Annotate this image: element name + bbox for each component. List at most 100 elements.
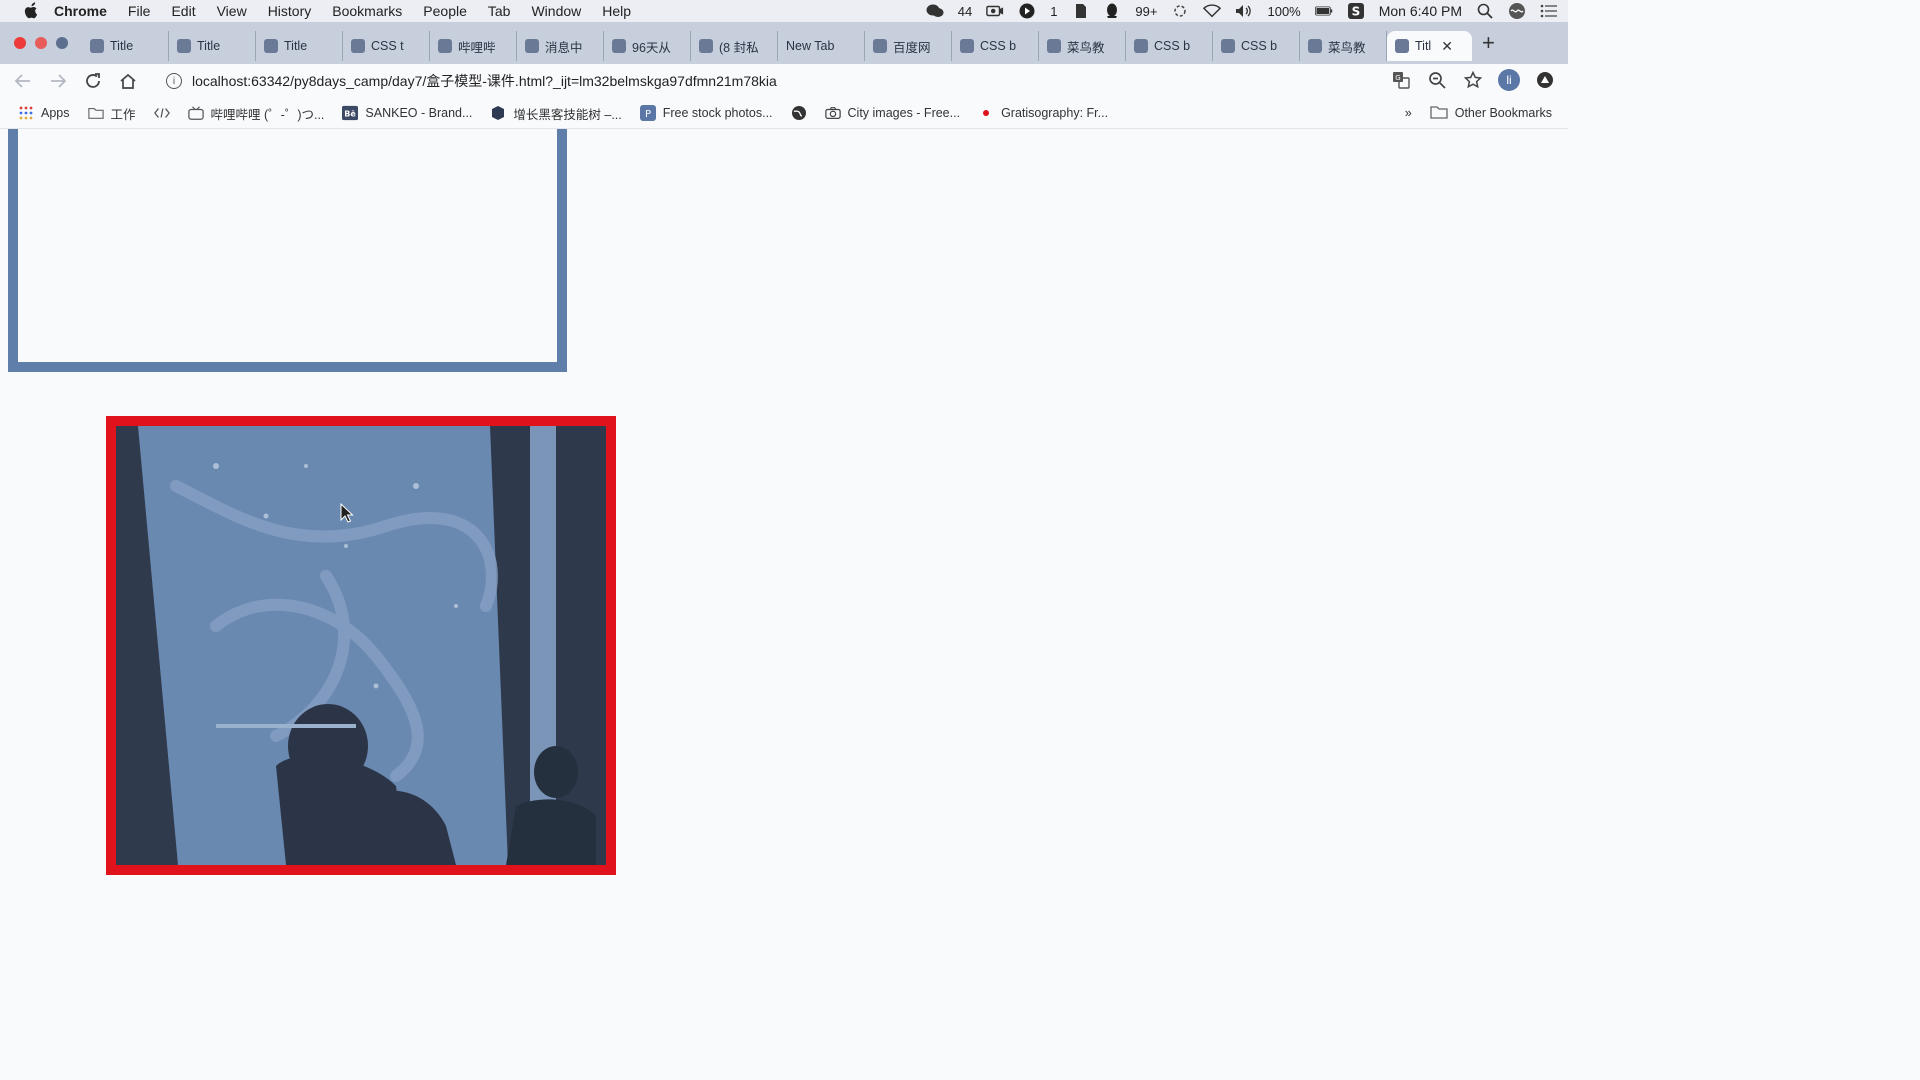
tab-favicon-icon	[351, 39, 365, 53]
tab-favicon-icon	[960, 39, 974, 53]
profile-avatar[interactable]: li	[1498, 69, 1520, 91]
minimize-window-button[interactable]	[35, 37, 47, 49]
address-bar[interactable]: i localhost:63342/py8days_camp/day7/盒子模型…	[160, 68, 1350, 94]
toolbar-actions: G li	[1390, 69, 1556, 91]
tab-favicon-icon	[525, 39, 539, 53]
tab-favicon-icon	[90, 39, 104, 53]
bookmark-code[interactable]	[153, 106, 170, 120]
tab-item[interactable]: 百度网	[865, 31, 952, 61]
tab-item[interactable]: Title	[82, 31, 169, 61]
site-info-icon[interactable]: i	[166, 73, 182, 89]
tab-label: (8 封私	[719, 40, 759, 55]
tab-label: Title	[284, 39, 308, 53]
bookmark-growth-hacker[interactable]: 增长黑客技能树 –...	[490, 104, 622, 123]
menu-people[interactable]: People	[423, 3, 467, 19]
behance-icon: Bē	[342, 105, 359, 121]
battery-icon[interactable]	[1314, 3, 1333, 19]
battery-percent: 100%	[1267, 3, 1301, 19]
folder-icon	[87, 106, 104, 120]
close-tab-icon[interactable]: ✕	[1441, 38, 1453, 55]
menu-help[interactable]: Help	[602, 3, 631, 19]
menu-window[interactable]: Window	[531, 3, 581, 19]
tab-item[interactable]: 哔哩哔	[430, 31, 517, 61]
sync-icon[interactable]	[1171, 3, 1189, 19]
tab-item[interactable]: (8 封私	[691, 31, 778, 61]
reload-button[interactable]	[81, 69, 105, 93]
tab-item[interactable]: New Tab	[778, 31, 865, 61]
menu-view[interactable]: View	[217, 3, 247, 19]
bookmark-city-images[interactable]: City images - Free...	[824, 106, 960, 120]
close-window-button[interactable]	[14, 37, 26, 49]
photo-column-highlight	[530, 426, 556, 865]
tab-item[interactable]: CSS b	[1213, 31, 1300, 61]
tab-item[interactable]: CSS b	[1126, 31, 1213, 61]
tab-active[interactable]: Titl ✕	[1387, 31, 1472, 61]
home-button[interactable]	[116, 69, 140, 93]
menubar-clock[interactable]: Mon 6:40 PM	[1379, 3, 1462, 19]
svg-text:S: S	[1351, 5, 1360, 19]
forward-button[interactable]	[46, 69, 70, 93]
bookmark-gratisography[interactable]: Gratisography: Fr...	[978, 106, 1108, 120]
new-tab-button[interactable]: +	[1482, 30, 1495, 56]
tab-item[interactable]: Title	[169, 31, 256, 61]
tab-item[interactable]: 菜鸟教	[1300, 31, 1387, 61]
bookmark-pexels[interactable]: P Free stock photos...	[639, 105, 773, 121]
menu-tab[interactable]: Tab	[488, 3, 511, 19]
bookmark-label: 增长黑客技能树 –...	[513, 107, 622, 122]
wifi-icon[interactable]	[1203, 3, 1222, 19]
apple-logo-icon[interactable]	[22, 2, 40, 20]
browser-toolbar: i localhost:63342/py8days_camp/day7/盒子模型…	[0, 64, 1568, 98]
tab-item[interactable]: 菜鸟教	[1039, 31, 1126, 61]
volume-icon[interactable]	[1235, 3, 1253, 19]
tab-label: CSS b	[1154, 39, 1191, 53]
menu-edit[interactable]: Edit	[171, 3, 195, 19]
tab-favicon-icon	[1395, 39, 1409, 53]
menu-app-name[interactable]: Chrome	[54, 3, 107, 19]
zoom-window-button[interactable]	[56, 37, 68, 49]
bilibili-icon	[187, 106, 204, 120]
tab-label: CSS t	[371, 39, 404, 53]
back-button[interactable]	[11, 69, 35, 93]
bookmark-bilibili[interactable]: 哔哩哔哩 (゜-゜)つ...	[187, 104, 325, 123]
extension-icon[interactable]	[1534, 69, 1556, 91]
tab-item[interactable]: Title	[256, 31, 343, 61]
siri-icon[interactable]	[1508, 3, 1526, 19]
other-bookmarks[interactable]: Other Bookmarks	[1430, 105, 1552, 122]
wechat-count: 44	[957, 3, 973, 19]
notification-center-icon[interactable]	[1540, 3, 1558, 19]
tab-favicon-icon	[177, 39, 191, 53]
qq-icon[interactable]	[1103, 3, 1121, 19]
menu-history[interactable]: History	[268, 3, 312, 19]
tab-label: Titl	[1415, 39, 1432, 53]
tab-item[interactable]: CSS t	[343, 31, 430, 61]
tab-item[interactable]: 消息中	[517, 31, 604, 61]
macos-menu-bar: Chrome File Edit View History Bookmarks …	[0, 0, 1568, 22]
tab-label: CSS b	[980, 39, 1017, 53]
bookmark-label: Apps	[41, 106, 70, 120]
menu-bookmarks[interactable]: Bookmarks	[332, 3, 402, 19]
tab-item[interactable]: CSS b	[952, 31, 1039, 61]
bookmarks-overflow-chevron[interactable]: »	[1405, 106, 1412, 120]
s-app-icon[interactable]: S	[1347, 3, 1365, 19]
bookmark-label: SANKEO - Brand...	[365, 106, 473, 120]
bookmark-label: 哔哩哔哩 (゜-゜)つ...	[210, 107, 325, 122]
wechat-icon[interactable]	[926, 3, 944, 19]
address-url[interactable]: localhost:63342/py8days_camp/day7/盒子模型-课…	[192, 71, 777, 91]
bookmark-apps[interactable]: Apps	[18, 106, 70, 120]
bookmark-work-folder[interactable]: 工作	[87, 104, 136, 123]
tab-label: Title	[110, 39, 134, 53]
menu-file[interactable]: File	[128, 3, 151, 19]
svg-text:G: G	[1395, 74, 1400, 82]
tab-label: 消息中	[545, 40, 583, 55]
tab-favicon-icon	[1308, 39, 1322, 53]
bookmark-sankeo[interactable]: Bē SANKEO - Brand...	[342, 105, 473, 121]
spotlight-search-icon[interactable]	[1476, 3, 1494, 19]
bookmark-globe[interactable]	[791, 106, 807, 120]
play-circle-icon[interactable]	[1018, 3, 1036, 19]
bookmark-star-icon[interactable]	[1462, 69, 1484, 91]
zoom-icon[interactable]	[1426, 69, 1448, 91]
tab-item[interactable]: 96天从	[604, 31, 691, 61]
translate-icon[interactable]: G	[1390, 69, 1412, 91]
evernote-icon[interactable]	[1071, 3, 1089, 19]
screen-record-icon[interactable]	[986, 3, 1004, 19]
